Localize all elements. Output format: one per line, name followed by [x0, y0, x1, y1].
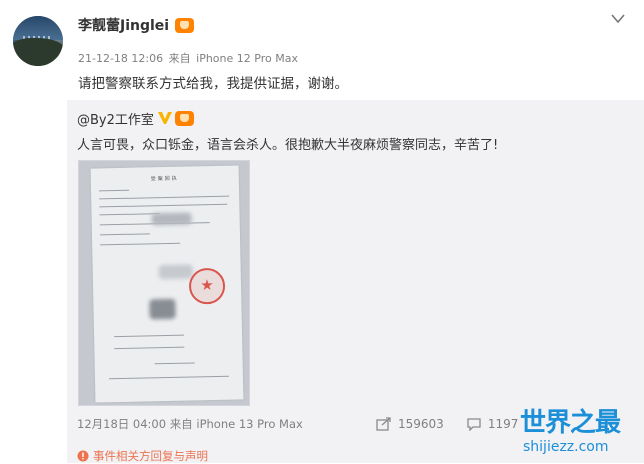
- share-icon: [376, 417, 391, 431]
- watermark-title: 世界之最: [520, 408, 621, 438]
- document-title: 受案回执: [150, 175, 179, 183]
- comment-count-button[interactable]: 1197: [466, 417, 519, 431]
- watermark-url: shijiezz.com: [523, 439, 609, 455]
- verified-icon: [157, 112, 172, 124]
- author-row: 李靓蕾Jinglei: [78, 14, 195, 36]
- comment-icon: [467, 418, 481, 431]
- avatar-hill: [13, 38, 63, 66]
- paper-line: [154, 362, 195, 365]
- repost-footer[interactable]: 12月18日 04:00 来自 iPhone 13 Pro Max: [77, 416, 303, 432]
- paper-line: [99, 195, 230, 200]
- repost-text: 人言可畏，众口铄金，语言会杀人。很抱歉大半夜麻烦警察同志，辛苦了!: [77, 138, 499, 153]
- avatar[interactable]: [13, 16, 63, 66]
- related-link-text: 事件相关方回复与声明: [93, 449, 208, 463]
- paper-line: [99, 203, 228, 208]
- comment-count: 1197: [487, 417, 519, 431]
- redaction-blur: [158, 264, 193, 280]
- repost-author-row: @By2工作室: [77, 108, 194, 128]
- paper-line: [99, 213, 160, 216]
- repost-author[interactable]: @By2工作室: [77, 109, 154, 128]
- alert-icon: [77, 450, 89, 462]
- repost-count-button[interactable]: 159603: [376, 417, 444, 431]
- post-timestamp[interactable]: 21-12-18 12:06: [78, 52, 163, 65]
- post-device: iPhone 12 Pro Max: [196, 52, 298, 65]
- paper-line: [114, 346, 185, 350]
- site-watermark: 世界之最 shijiezz.com: [516, 402, 642, 460]
- repost-count: 159603: [398, 417, 444, 431]
- post-text: 请把警察联系方式给我，我提供证据，谢谢。: [78, 76, 348, 92]
- chevron-down-icon[interactable]: [611, 14, 625, 24]
- vip-crown-icon: [174, 110, 194, 126]
- related-link[interactable]: 事件相关方回复与声明: [77, 449, 208, 463]
- redaction-blur: [151, 212, 192, 226]
- seal-star-icon: [201, 279, 213, 291]
- paper-line: [100, 242, 181, 246]
- author-name[interactable]: 李靓蕾Jinglei: [78, 15, 169, 35]
- official-seal: [188, 267, 226, 305]
- paper-line: [114, 334, 185, 338]
- receipt-paper: 受案回执: [90, 165, 244, 403]
- paper-line: [108, 375, 229, 380]
- weibo-post: 李靓蕾Jinglei 21-12-18 12:06 来自 iPhone 12 P…: [0, 0, 644, 463]
- source-prefix: 来自: [168, 52, 191, 65]
- paper-line: [99, 233, 150, 236]
- redaction-blur: [149, 298, 176, 320]
- paper-line: [99, 189, 130, 192]
- post-meta: 21-12-18 12:06 来自 iPhone 12 Pro Max: [78, 50, 298, 66]
- document-photo[interactable]: 受案回执: [78, 160, 250, 406]
- vip-crown-icon: [175, 17, 195, 33]
